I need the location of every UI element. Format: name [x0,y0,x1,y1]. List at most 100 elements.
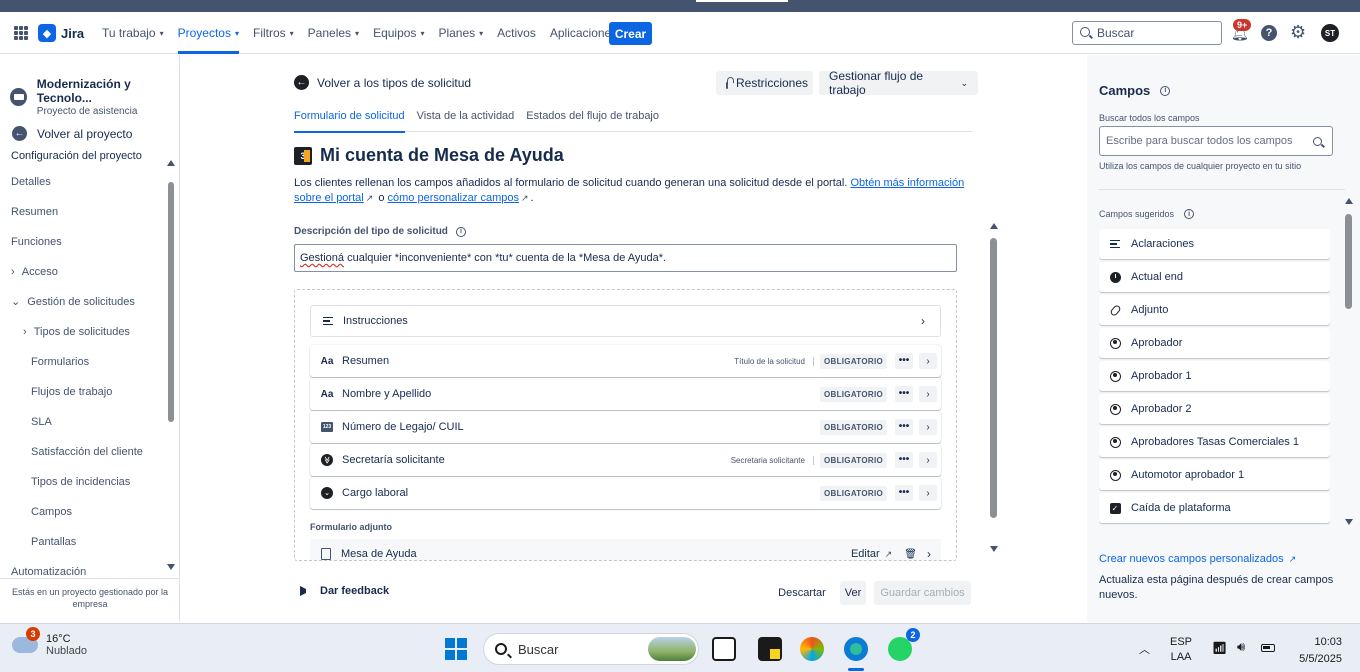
more-options-icon[interactable]: ••• [895,353,913,369]
system-clock[interactable]: 10:03 5/5/2025 [1288,634,1342,668]
suggested-field-item[interactable]: ✓ Caída de plataforma [1099,493,1330,523]
scroll-down-arrow-icon[interactable] [990,546,998,552]
sidebar-scrollbar-thumb[interactable] [168,182,174,422]
info-icon[interactable]: i [1160,85,1171,96]
suggested-field-item[interactable]: Adjunto [1099,295,1330,325]
suggested-field-item[interactable]: Aprobadores Tasas Comerciales 1 [1099,427,1330,457]
suggested-field-item[interactable]: Aprobador 2 [1099,394,1330,424]
edge-browser-icon[interactable] [844,637,868,661]
scroll-up-arrow-icon[interactable] [1345,198,1353,204]
sidebar-item-11[interactable]: Tipos de incidencias [0,467,165,497]
scroll-up-arrow-icon[interactable] [167,160,175,166]
chevron-right-icon[interactable]: › [914,313,932,329]
sidebar-item-6[interactable]: › Tipos de solicitudes [0,317,165,347]
form-field-row[interactable]: Aa Resumen Título de la solicitud OBLIGATOR… [310,345,941,377]
fields-scrollbar[interactable] [1344,198,1354,528]
chevron-right-icon[interactable]: › [927,547,931,560]
nav-menu-item-1[interactable]: Tu trabajo ▾ [102,12,164,54]
sidebar-item-4[interactable]: › Acceso [0,257,165,287]
weather-widget[interactable]: 3 16°C Nublado [12,627,87,657]
form-field-row[interactable]: ≫ Secretaría solicitante Secretaria solici… [310,444,941,476]
more-options-icon[interactable]: ••• [895,386,913,402]
sidebar-item-8[interactable]: Flujos de trabajo [0,377,165,407]
suggested-field-item[interactable]: Aprobador [1099,328,1330,358]
suggested-field-item[interactable]: Automotor aprobador 1 [1099,460,1330,490]
nav-menu-item-5[interactable]: Equipos ▾ [373,12,424,54]
trash-icon[interactable]: 🗑︎ [904,549,917,560]
help-icon[interactable]: ? [1261,25,1277,41]
back-to-project-link[interactable]: ← Volver al proyecto [12,126,132,141]
copilot-app-icon[interactable] [800,637,824,661]
volume-icon[interactable]: 🔊︎ [1237,639,1245,655]
request-type-description-input[interactable]: Gestioná cualquier *inconveniente* con *… [294,244,957,272]
task-view-icon[interactable] [712,637,736,661]
suggested-field-item[interactable]: Aclaraciones [1099,229,1330,259]
more-options-icon[interactable]: ••• [895,485,913,501]
battery-icon[interactable] [1261,644,1275,652]
edit-form-link[interactable]: Editar ↗ [851,548,894,560]
back-to-request-types-link[interactable]: ← Volver a los tipos de solicitud [294,75,471,90]
sidebar-item-10[interactable]: Satisfacción del cliente [0,437,165,467]
nav-menu-item-7[interactable]: Activos [497,12,536,54]
info-icon[interactable]: i [1184,209,1195,219]
restrictions-button[interactable]: Restricciones [716,71,813,95]
attached-form-row[interactable]: Mesa de Ayuda Editar ↗ 🗑︎ › [310,539,941,560]
manage-workflow-button[interactable]: Gestionar flujo de trabajo ⌄ [819,69,978,97]
discard-button[interactable]: Descartar [772,581,832,605]
save-changes-button[interactable]: Guardar cambios [874,581,971,605]
nav-menu-item-2[interactable]: Proyectos ▾ [177,12,240,54]
info-icon[interactable]: i [455,226,466,237]
form-field-row[interactable]: 123 Número de Legajo/ CUIL OBLIGATORIO ••• › [310,411,941,443]
sidebar-item-5[interactable]: ⌄ Gestión de solicitudes [0,287,165,317]
wifi-icon[interactable]: 📶︎ [1212,641,1227,655]
sidebar-item-13[interactable]: Pantallas [0,527,165,557]
chevron-right-icon[interactable]: › [919,452,937,468]
sidebar-item-2[interactable]: Resumen [0,197,165,227]
sidebar-item-12[interactable]: Campos [0,497,165,527]
form-scrollbar[interactable] [989,223,999,553]
user-avatar[interactable]: ST [1321,24,1339,42]
sidebar-scrollbar[interactable] [166,160,176,575]
settings-gear-icon[interactable]: ⚙ [1290,22,1306,43]
sidebar-item-9[interactable]: SLA [0,407,165,437]
app-switcher-icon[interactable] [14,26,28,40]
view-button[interactable]: Ver [840,581,866,605]
project-header[interactable]: Modernización y Tecnolo... Proyecto de a… [10,77,179,117]
form-field-row[interactable]: ⌄ Cargo laboral OBLIGATORIO ••• › [310,477,941,509]
create-custom-fields-link[interactable]: Crear nuevos campos personalizados ↗ [1099,553,1298,565]
tab-3[interactable]: Estados del flujo de trabajo [526,110,659,132]
customize-fields-link[interactable]: cómo personalizar campos [388,192,519,204]
nav-menu-item-4[interactable]: Paneles ▾ [308,12,359,54]
global-search-input[interactable]: Buscar [1072,21,1222,45]
scroll-down-arrow-icon[interactable] [167,564,175,570]
form-scrollbar-thumb[interactable] [990,238,997,518]
form-field-row[interactable]: Aa Nombre y Apellido OBLIGATORIO ••• › [310,378,941,410]
chevron-right-icon[interactable]: › [919,353,937,369]
chevron-right-icon[interactable]: › [919,386,937,402]
create-button[interactable]: Crear [609,22,652,45]
jira-logo[interactable]: ◆ Jira [38,24,84,42]
suggested-field-item[interactable]: Aprobador 1 [1099,361,1330,391]
scroll-down-arrow-icon[interactable] [1345,519,1353,525]
sticky-notes-app-icon[interactable] [758,637,782,661]
nav-menu-item-6[interactable]: Planes ▾ [438,12,483,54]
sidebar-item-7[interactable]: Formularios [0,347,165,377]
feedback-button[interactable]: Dar feedback [300,585,389,597]
fields-scrollbar-thumb[interactable] [1345,214,1352,309]
scroll-up-arrow-icon[interactable] [990,223,998,229]
suggested-field-item[interactable]: Actual end [1099,262,1330,292]
taskbar-search[interactable]: Buscar [483,633,699,665]
nav-menu-item-3[interactable]: Filtros ▾ [253,12,294,54]
sidebar-item-1[interactable]: Detalles [0,167,165,197]
search-fields-input[interactable]: Escribe para buscar todos los campos [1099,126,1333,156]
whatsapp-app-icon[interactable]: 2 [888,628,920,661]
tab-2[interactable]: Vista de la actividad [417,110,515,132]
chevron-right-icon[interactable]: › [919,485,937,501]
instructions-row[interactable]: Instrucciones › [310,305,941,337]
windows-start-icon[interactable] [445,638,467,660]
more-options-icon[interactable]: ••• [895,419,913,435]
tab-1[interactable]: Formulario de solicitud [294,110,405,133]
tray-overflow-chevron-icon[interactable]: ︿ [1139,641,1150,657]
language-indicator[interactable]: ESP LAA [1170,635,1192,665]
sidebar-item-3[interactable]: Funciones [0,227,165,257]
